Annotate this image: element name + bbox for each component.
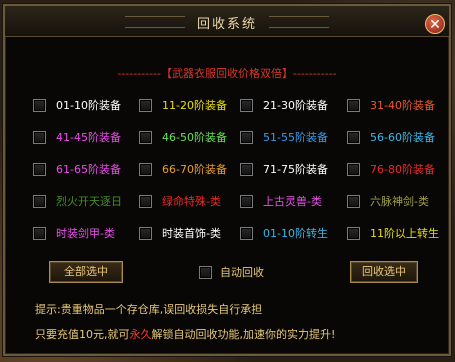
equipment-option[interactable]: 21-30阶装备: [240, 95, 328, 115]
equipment-option[interactable]: 41-45阶装备: [33, 127, 121, 147]
option-checkbox[interactable]: [347, 194, 360, 208]
checkbox-row: 41-45阶装备 46-50阶装备 51-55阶装备 56-60阶装备: [33, 127, 453, 147]
option-label: 61-65阶装备: [56, 163, 121, 176]
tip-recharge: 只要充值10元,就可永久解锁自动回收功能,加速你的实力提升!: [35, 326, 335, 342]
option-label: 时装剑甲-类: [56, 227, 115, 240]
option-label: 51-55阶装备: [263, 131, 328, 144]
title-bar[interactable]: 回收系统 ✕: [5, 6, 449, 37]
option-checkbox[interactable]: [240, 130, 253, 144]
tip-warning: 提示:贵重物品一个存仓库,误回收损失自行承担: [35, 303, 263, 316]
option-label: 56-60阶装备: [370, 131, 435, 144]
option-label: 上古灵兽-类: [263, 195, 322, 208]
option-label: 11阶以上转生: [370, 227, 439, 240]
option-checkbox[interactable]: [33, 130, 46, 144]
equipment-option[interactable]: 71-75阶装备: [240, 159, 328, 179]
option-label: 31-40阶装备: [370, 99, 435, 112]
equipment-option[interactable]: 46-50阶装备: [139, 127, 227, 147]
equipment-option[interactable]: 01-10阶转生: [240, 223, 328, 243]
option-label: 41-45阶装备: [56, 131, 121, 144]
equipment-option[interactable]: 31-40阶装备: [347, 95, 435, 115]
option-checkbox[interactable]: [139, 130, 152, 144]
option-checkbox[interactable]: [347, 98, 360, 112]
option-label: 时装首饰-类: [162, 227, 221, 240]
option-label: 01-10阶转生: [263, 227, 328, 240]
option-label: 66-70阶装备: [162, 163, 227, 176]
equipment-option[interactable]: 51-55阶装备: [240, 127, 328, 147]
option-checkbox[interactable]: [347, 162, 360, 176]
auto-recycle-checkbox[interactable]: [199, 265, 212, 279]
equipment-option[interactable]: 01-10阶装备: [33, 95, 121, 115]
close-icon[interactable]: ✕: [425, 14, 445, 34]
select-all-button[interactable]: 全部选中: [49, 261, 123, 283]
title-ornament-right: [269, 16, 329, 28]
option-label: 01-10阶装备: [56, 99, 121, 112]
option-label: 46-50阶装备: [162, 131, 227, 144]
option-checkbox[interactable]: [139, 98, 152, 112]
equipment-option[interactable]: 时装首饰-类: [139, 223, 221, 243]
option-checkbox[interactable]: [240, 226, 253, 240]
equipment-option[interactable]: 六脉神剑-类: [347, 191, 429, 211]
tip-recharge-highlight: 永久: [129, 328, 152, 341]
option-label: 76-80阶装备: [370, 163, 435, 176]
option-label: 11-20阶装备: [162, 99, 227, 112]
option-checkbox[interactable]: [33, 226, 46, 240]
option-checkbox[interactable]: [240, 194, 253, 208]
option-checkbox[interactable]: [240, 98, 253, 112]
option-checkbox[interactable]: [347, 130, 360, 144]
equipment-option[interactable]: 61-65阶装备: [33, 159, 121, 179]
equipment-option[interactable]: 烈火开天逐日: [33, 191, 122, 211]
option-label: 71-75阶装备: [263, 163, 328, 176]
equipment-option[interactable]: 11-20阶装备: [139, 95, 227, 115]
recycle-selected-button[interactable]: 回收选中: [350, 261, 418, 283]
checkbox-row: 61-65阶装备 66-70阶装备 71-75阶装备 76-80阶装备: [33, 159, 453, 179]
tip-recharge-suffix: 解锁自动回收功能,加速你的实力提升!: [151, 328, 336, 341]
equipment-option[interactable]: 时装剑甲-类: [33, 223, 115, 243]
double-price-banner: -----------【武器衣服回收价格双倍】-----------: [117, 67, 337, 80]
equipment-option[interactable]: 上古灵兽-类: [240, 191, 322, 211]
equipment-option[interactable]: 11阶以上转生: [347, 223, 439, 243]
option-checkbox[interactable]: [240, 162, 253, 176]
checkbox-row: 01-10阶装备 11-20阶装备 21-30阶装备 31-40阶装备: [33, 95, 453, 115]
checkbox-row: 时装剑甲-类 时装首饰-类 01-10阶转生 11阶以上转生: [33, 223, 453, 243]
option-checkbox[interactable]: [139, 162, 152, 176]
auto-recycle-label: 自动回收: [220, 266, 264, 279]
equipment-option[interactable]: 76-80阶装备: [347, 159, 435, 179]
option-label: 21-30阶装备: [263, 99, 328, 112]
equipment-option[interactable]: 绿命特殊-类: [139, 191, 221, 211]
equipment-option[interactable]: 66-70阶装备: [139, 159, 227, 179]
option-checkbox[interactable]: [33, 194, 46, 208]
checkbox-row: 烈火开天逐日 绿命特殊-类 上古灵兽-类 六脉神剑-类: [33, 191, 453, 211]
option-label: 绿命特殊-类: [162, 195, 221, 208]
option-label: 烈火开天逐日: [56, 195, 122, 208]
option-checkbox[interactable]: [33, 162, 46, 176]
option-checkbox[interactable]: [139, 194, 152, 208]
window-title: 回收系统: [196, 17, 257, 32]
option-label: 六脉神剑-类: [370, 195, 429, 208]
option-checkbox[interactable]: [139, 226, 152, 240]
option-checkbox[interactable]: [347, 226, 360, 240]
option-checkbox[interactable]: [33, 98, 46, 112]
tip-recharge-prefix: 只要充值10元,就可: [35, 328, 130, 341]
recycle-system-window: 回收系统 ✕ -----------【武器衣服回收价格双倍】----------…: [3, 4, 451, 356]
equipment-option[interactable]: 56-60阶装备: [347, 127, 435, 147]
auto-recycle-toggle[interactable]: 自动回收: [199, 264, 264, 280]
